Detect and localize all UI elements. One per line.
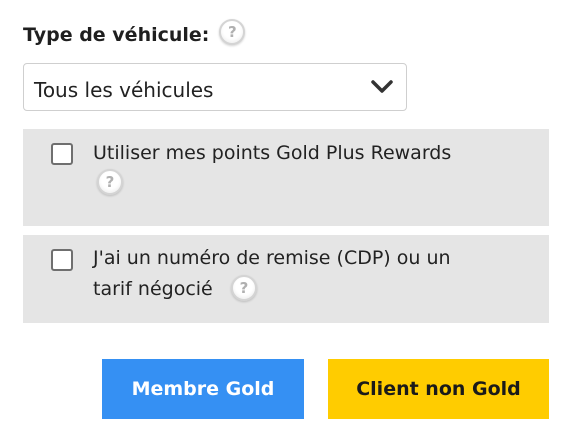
gold-points-option: Utiliser mes points Gold Plus Rewards ? bbox=[23, 129, 549, 226]
vehicle-type-label: Type de véhicule: bbox=[23, 24, 210, 46]
vehicle-type-label-row: Type de véhicule: ? bbox=[23, 19, 246, 48]
help-icon[interactable]: ? bbox=[231, 275, 257, 301]
chevron-down-icon bbox=[371, 80, 393, 93]
gold-points-checkbox[interactable] bbox=[51, 143, 73, 165]
vehicle-type-select[interactable]: Tous les véhicules bbox=[23, 63, 407, 111]
gold-member-button[interactable]: Membre Gold bbox=[102, 359, 304, 419]
help-icon[interactable]: ? bbox=[97, 169, 123, 195]
discount-code-label-line2: tarif négocié bbox=[93, 278, 213, 300]
vehicle-type-select-value: Tous les véhicules bbox=[34, 78, 214, 102]
gold-points-label: Utiliser mes points Gold Plus Rewards bbox=[93, 142, 452, 164]
discount-code-label: J'ai un numéro de remise (CDP) ou un tar… bbox=[93, 243, 451, 305]
help-icon[interactable]: ? bbox=[219, 19, 246, 45]
non-gold-client-button[interactable]: Client non Gold bbox=[328, 359, 549, 419]
discount-code-checkbox[interactable] bbox=[51, 249, 73, 271]
discount-code-label-line1: J'ai un numéro de remise (CDP) ou un bbox=[93, 247, 451, 269]
discount-code-option: J'ai un numéro de remise (CDP) ou un tar… bbox=[23, 235, 549, 323]
